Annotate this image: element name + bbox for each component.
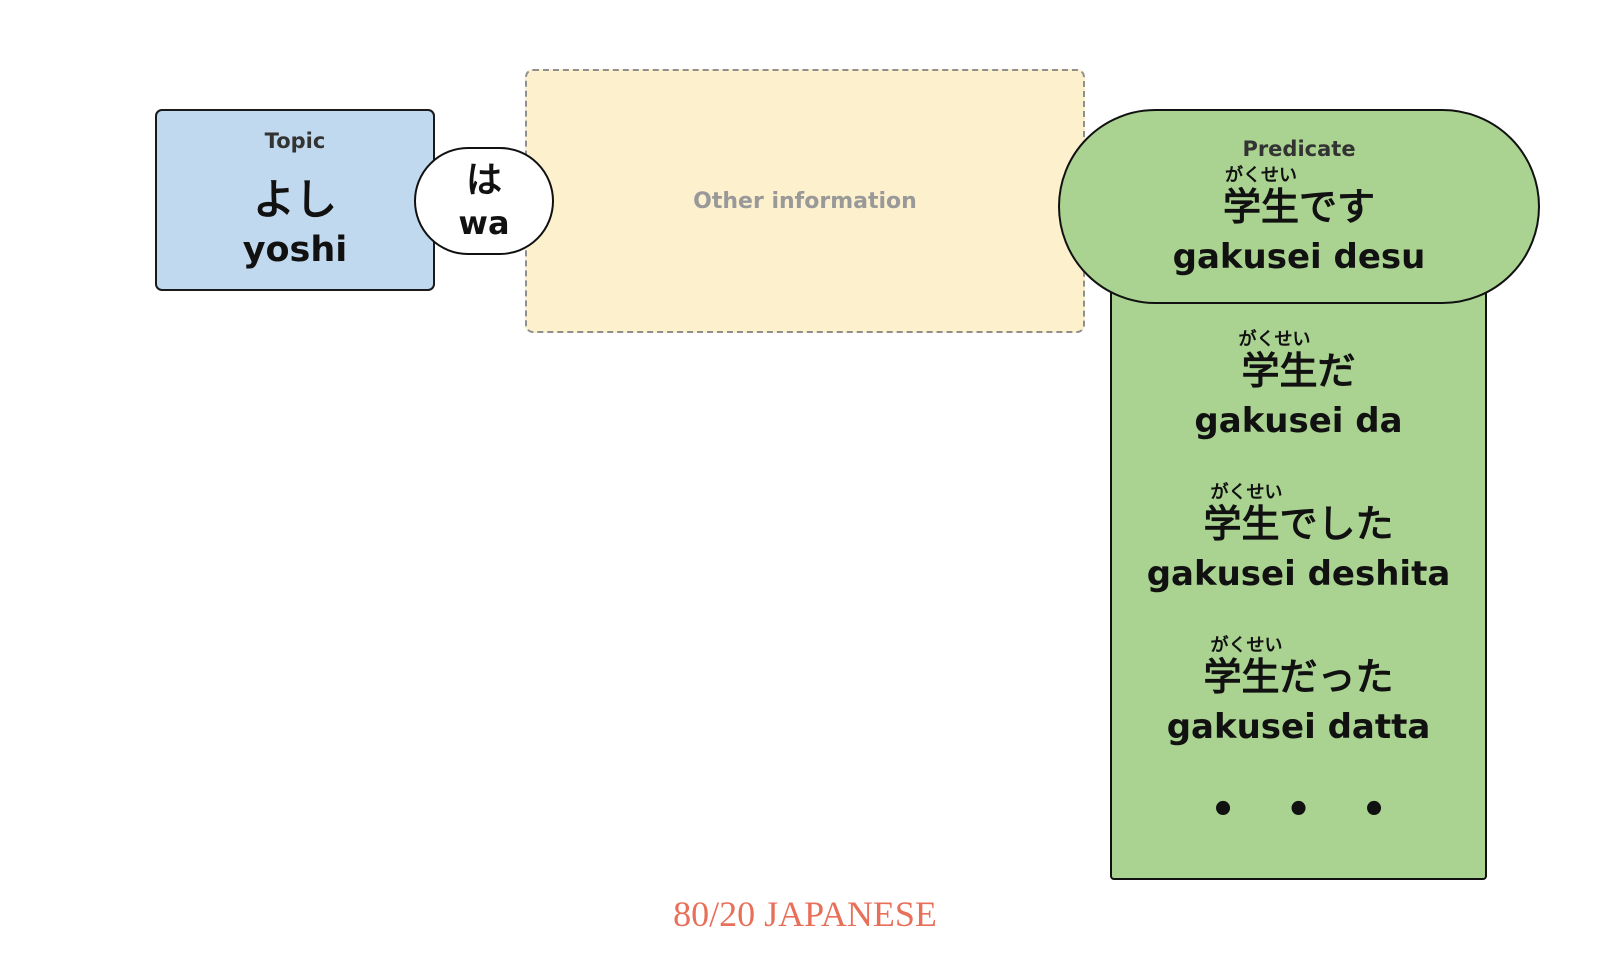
kanji: 学生でした: [1203, 502, 1394, 546]
particle-romaji: wa: [458, 204, 510, 242]
furigana: がくせい: [1210, 482, 1283, 503]
furigana: がくせい: [1225, 165, 1297, 186]
predicate-label: Predicate: [1242, 137, 1356, 161]
predicate-form-da: がくせい 学生だ gakusei da: [1112, 331, 1485, 441]
romaji: gakusei deshita: [1146, 554, 1451, 594]
topic-label: Topic: [264, 129, 326, 153]
predicate-form-deshita: がくせい 学生でした gakusei deshita: [1112, 484, 1485, 594]
romaji: gakusei datta: [1166, 707, 1431, 747]
predicate-forms-box: がくせい 学生だ gakusei da がくせい 学生でした gakusei d…: [1110, 270, 1487, 880]
more-forms-ellipsis: • • •: [1210, 787, 1405, 833]
predicate-form-datta: がくせい 学生だった gakusei datta: [1112, 637, 1485, 747]
brand-logo: 80/20 JAPANESE: [673, 894, 937, 934]
predicate-main: がくせい 学生です gakusei desu: [1060, 167, 1538, 277]
topic-box: Topic よし yoshi: [155, 109, 435, 291]
kanji: 学生です: [1222, 185, 1375, 229]
furigana: がくせい: [1238, 329, 1311, 350]
furigana: がくせい: [1210, 635, 1283, 656]
particle-kana: は: [465, 160, 502, 201]
kanji: 学生だ: [1241, 349, 1356, 393]
topic-kana: よし: [252, 175, 337, 224]
other-information-box: Other information: [525, 69, 1085, 333]
predicate-oval: Predicate がくせい 学生です gakusei desu: [1058, 109, 1540, 304]
particle-bubble: は wa: [414, 147, 554, 255]
topic-romaji: yoshi: [242, 230, 348, 270]
kanji: 学生だった: [1203, 655, 1394, 699]
romaji: gakusei da: [1194, 401, 1403, 441]
other-information-label: Other information: [693, 189, 917, 214]
romaji: gakusei desu: [1172, 237, 1426, 277]
